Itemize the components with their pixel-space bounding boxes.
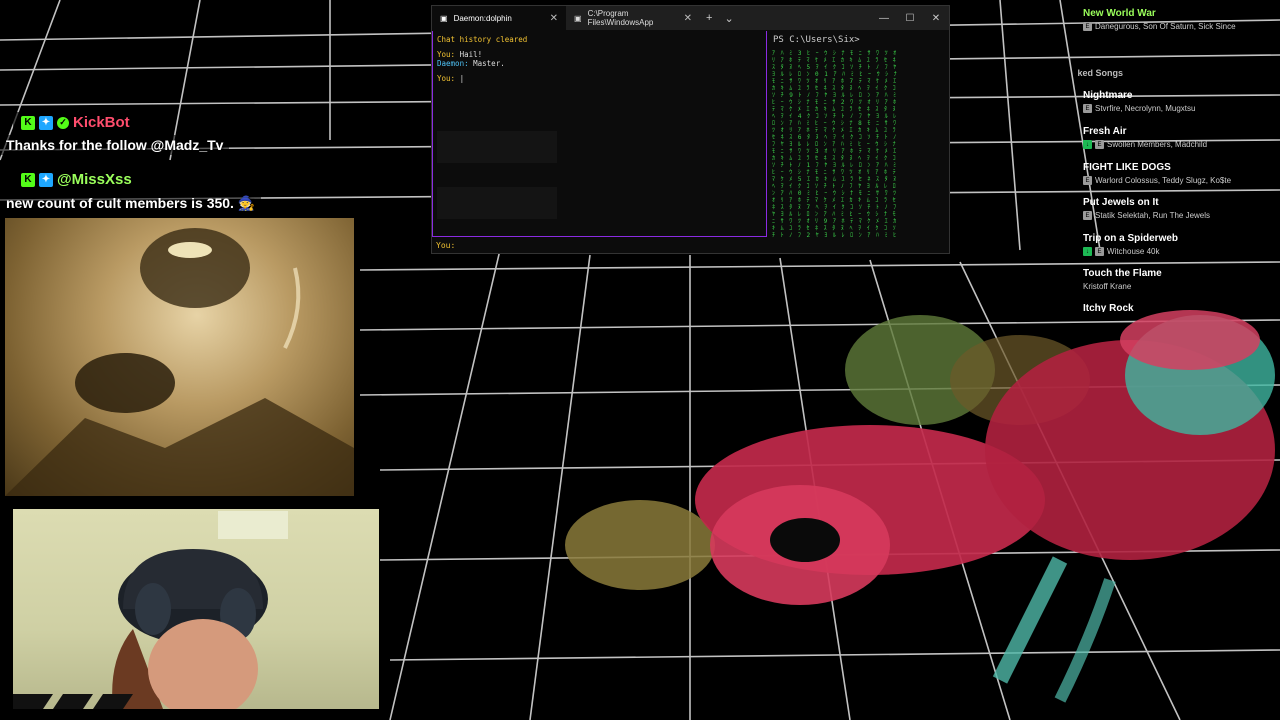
chat-history-status: Chat history cleared — [437, 35, 528, 44]
explicit-icon: E — [1083, 22, 1092, 31]
maximize-button[interactable]: ☐ — [897, 13, 923, 24]
sphinx-painting-image — [5, 218, 354, 496]
song-item[interactable]: Touch the Flame Kristoff Krane — [1083, 268, 1162, 291]
tab-label: C:\Program Files\WindowsApp — [587, 9, 654, 27]
song-artists: Statik Selektah, Run The Jewels — [1095, 211, 1211, 220]
song-title: Touch the Flame — [1083, 268, 1162, 279]
song-artists: Witchouse 40k — [1107, 247, 1160, 256]
song-item[interactable]: Itchy Rock — [1083, 303, 1134, 312]
kick-badge-icon: K — [21, 115, 35, 130]
terminal-window: ▣ Daemon:dolphin ✕ ▣ C:\Program Files\Wi… — [431, 5, 950, 254]
close-tab-icon[interactable]: ✕ — [550, 13, 558, 24]
painting-art — [5, 228, 354, 496]
explicit-icon: E — [1095, 247, 1104, 256]
terminal-tab-icon: ▣ — [440, 13, 448, 23]
song-artists: Stvrfire, Necrolynn, Mugxtsu — [1095, 104, 1196, 113]
song-item[interactable]: Fresh Air ↓ E Swollen Members, Madchild — [1083, 126, 1207, 149]
chat-username-row: K ✦ @MissXss — [13, 169, 140, 190]
downloaded-icon: ↓ — [1083, 140, 1092, 149]
matrix-rain-animation: ｱ ﾊ ﾐ 3 ﾋ ｰ ｳ ｼ ﾅ ﾓ ﾆ ｻ ﾜ ﾂ ｵ ﾘ ｱ ﾎ ﾃ ﾏ … — [772, 50, 898, 239]
tab-dropdown-button[interactable]: ⌄ — [718, 12, 739, 25]
song-artists: Kristoff Krane — [1083, 282, 1132, 291]
chat-message: Thanks for the follow @Madz_Tv — [0, 135, 230, 155]
explicit-icon: E — [1083, 104, 1092, 113]
explicit-icon: E — [1095, 140, 1104, 149]
terminal-input-line[interactable]: You: | — [437, 74, 762, 83]
chat-username: KickBot — [73, 114, 130, 131]
liked-songs-playlist: New World War E Danegurous, Son Of Satur… — [1078, 0, 1280, 312]
blank-panel — [437, 187, 557, 219]
song-title: Itchy Rock — [1083, 303, 1134, 312]
song-artists-row: E Stvrfire, Necrolynn, Mugxtsu — [1083, 104, 1195, 113]
explicit-icon: E — [1083, 176, 1092, 185]
new-tab-button[interactable]: + — [700, 12, 718, 24]
tab-program-files[interactable]: ▣ C:\Program Files\WindowsApp ✕ — [566, 6, 700, 30]
song-item[interactable]: Nightmare E Stvrfire, Necrolynn, Mugxtsu — [1083, 90, 1195, 113]
explicit-icon: E — [1083, 211, 1092, 220]
song-artists-row: E Statik Selektah, Run The Jewels — [1083, 211, 1210, 220]
terminal-line: You: Hail! — [437, 50, 762, 59]
song-item[interactable]: New World War E Danegurous, Son Of Satur… — [1083, 8, 1236, 31]
tab-label: Daemon:dolphin — [453, 13, 512, 23]
chat-username-row: K ✦ ✓ KickBot — [13, 112, 138, 133]
speaker-label: You: — [437, 50, 456, 59]
chat-emote: 🧙 — [237, 195, 256, 211]
speaker-label: Daemon: — [437, 59, 469, 68]
close-tab-icon[interactable]: ✕ — [684, 13, 692, 24]
kick-badge-icon: K — [21, 172, 35, 187]
close-window-button[interactable]: ✕ — [923, 13, 949, 24]
chat-input-prompt[interactable]: You: — [436, 241, 455, 250]
song-artists-row: E Warlord Colossus, Teddy Slugz, Ko$te — [1083, 176, 1231, 185]
daemon-chat-pane[interactable]: Chat history cleared You: Hail! Daemon: … — [432, 31, 767, 237]
speaker-label: You: — [437, 74, 456, 83]
webcam-image — [13, 511, 288, 709]
terminal-titlebar: ▣ Daemon:dolphin ✕ ▣ C:\Program Files\Wi… — [432, 6, 949, 30]
chat-message: new count of cult members is 350. 🧙 — [0, 193, 262, 214]
downloaded-icon: ↓ — [1083, 247, 1092, 256]
song-title: FIGHT LIKE DOGS — [1083, 162, 1171, 173]
line-text: Master. — [473, 59, 505, 68]
webcam-feed — [13, 509, 379, 709]
minimize-button[interactable]: — — [871, 13, 897, 24]
terminal-line: Daemon: Master. — [437, 59, 762, 68]
song-title: Put Jewels on It — [1083, 197, 1159, 208]
song-artists-row: ↓ E Swollen Members, Madchild — [1083, 140, 1207, 149]
chat-message-text: new count of cult members is 350. — [6, 195, 234, 211]
song-artists: Swollen Members, Madchild — [1107, 140, 1208, 149]
song-title: Trip on a Spiderweb — [1083, 233, 1179, 244]
blank-panel — [437, 131, 557, 163]
prime-badge-icon: ✦ — [39, 115, 53, 130]
song-artists: Danegurous, Son Of Saturn, Sick Since — [1095, 22, 1236, 31]
song-title: New World War — [1083, 8, 1156, 19]
song-item[interactable]: Put Jewels on It E Statik Selektah, Run … — [1083, 197, 1210, 220]
song-artists: Warlord Colossus, Teddy Slugz, Ko$te — [1095, 176, 1232, 185]
song-title: Fresh Air — [1083, 126, 1127, 137]
prime-badge-icon: ✦ — [39, 172, 53, 187]
terminal-tab-icon: ▣ — [574, 13, 582, 23]
powershell-prompt: PS C:\Users\Six> — [773, 35, 860, 45]
playlist-section-label: iked Songs — [1078, 68, 1124, 78]
text-cursor: | — [459, 74, 465, 83]
verified-check-icon: ✓ — [57, 116, 69, 129]
song-artists-row: ↓ E Witchouse 40k — [1083, 247, 1178, 256]
tab-daemon-dolphin[interactable]: ▣ Daemon:dolphin ✕ — [432, 6, 566, 30]
line-text: Hail! — [459, 50, 483, 59]
song-artists-row: Kristoff Krane — [1083, 282, 1162, 291]
song-artists-row: E Danegurous, Son Of Saturn, Sick Since — [1083, 22, 1236, 31]
song-item[interactable]: FIGHT LIKE DOGS E Warlord Colossus, Tedd… — [1083, 162, 1231, 185]
song-title: Nightmare — [1083, 90, 1133, 101]
song-item[interactable]: Trip on a Spiderweb ↓ E Witchouse 40k — [1083, 233, 1178, 256]
chat-username: @MissXss — [57, 171, 132, 188]
